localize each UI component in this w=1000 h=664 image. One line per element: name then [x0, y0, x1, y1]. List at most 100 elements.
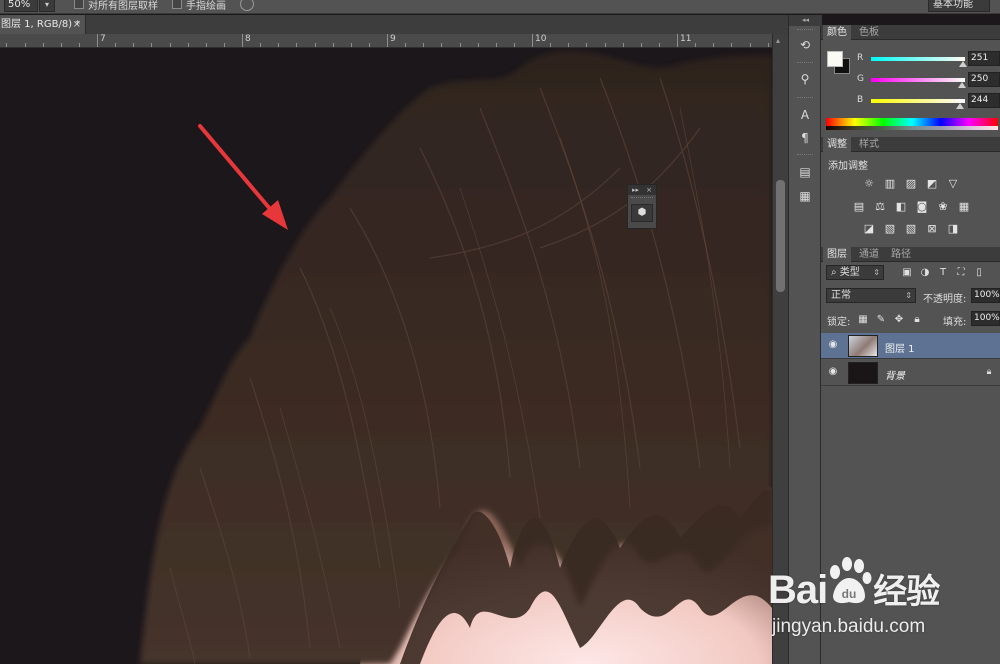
green-slider[interactable]: [871, 78, 965, 82]
lock-transparent-pixels-icon[interactable]: ▦: [857, 314, 869, 326]
fill-field[interactable]: 100%: [971, 311, 1000, 326]
close-panel-icon[interactable]: ×: [646, 185, 652, 195]
ruler-minor-tick: [151, 43, 152, 47]
character-icon[interactable]: A: [793, 105, 817, 125]
blend-mode-value: 正常: [831, 290, 851, 301]
vibrance-icon[interactable]: ▽: [945, 177, 961, 191]
ruler-minor-tick: [61, 43, 62, 47]
blue-value-field[interactable]: 244: [968, 93, 1000, 108]
hue-saturation-icon[interactable]: ▤: [851, 200, 867, 214]
finger-paint-checkbox[interactable]: [172, 0, 182, 9]
dropdown-arrow-icon: ⇕: [873, 268, 880, 277]
ruler-label: 10: [535, 34, 547, 44]
brightness-contrast-icon[interactable]: ☼: [861, 177, 877, 191]
scrollbar-thumb[interactable]: [776, 180, 785, 292]
pressure-icon[interactable]: [240, 0, 254, 11]
fill-label: 填充:: [943, 317, 967, 328]
paragraph-icon[interactable]: ¶: [793, 128, 817, 148]
scroll-up-icon[interactable]: ▴: [776, 36, 780, 45]
history-icon[interactable]: ⟲: [793, 35, 817, 55]
invert-icon[interactable]: ◪: [861, 222, 877, 236]
ruler-minor-tick: [6, 43, 7, 47]
gradient-map-icon[interactable]: ◨: [945, 222, 961, 236]
properties-icon[interactable]: ▤: [793, 162, 817, 182]
photo-filter-icon[interactable]: ◙: [914, 200, 930, 214]
smart-object-filter-icon[interactable]: ▯: [973, 267, 985, 279]
ruler-minor-tick: [496, 43, 497, 47]
threshold-icon[interactable]: ▧: [903, 222, 919, 236]
lock-image-pixels-icon[interactable]: ✎: [875, 314, 887, 326]
red-value-field[interactable]: 251: [968, 51, 1000, 66]
exposure-icon[interactable]: ◩: [924, 177, 940, 191]
canvas-image: [140, 51, 772, 664]
ruler-minor-tick: [460, 43, 461, 47]
tab-layers[interactable]: 图层: [823, 247, 851, 262]
visibility-eye-icon[interactable]: ◉: [827, 339, 839, 351]
green-channel-label: G: [857, 74, 864, 84]
document-canvas[interactable]: [0, 48, 772, 664]
color-spectrum-ramp[interactable]: [826, 118, 998, 130]
tab-paths[interactable]: 路径: [887, 247, 915, 262]
layer-thumbnail: [848, 335, 878, 357]
pixel-layer-filter-icon[interactable]: ▣: [901, 267, 913, 279]
blue-slider[interactable]: [871, 99, 965, 103]
tab-styles[interactable]: 样式: [855, 137, 883, 152]
cube-3d-icon[interactable]: ⬢: [631, 204, 653, 222]
levels-icon[interactable]: ▥: [882, 177, 898, 191]
ruler-minor-tick: [695, 43, 696, 47]
ruler-minor-tick: [568, 43, 569, 47]
blue-slider-handle[interactable]: [956, 103, 964, 109]
lock-position-icon[interactable]: ✥: [893, 314, 905, 326]
ruler-minor-tick: [188, 43, 189, 47]
dropdown-arrow-icon: ⇕: [905, 291, 912, 300]
curves-icon[interactable]: ▨: [903, 177, 919, 191]
layer-row-background[interactable]: ◉ 背景 🔒︎: [821, 360, 1000, 386]
tab-swatches[interactable]: 色板: [855, 25, 883, 40]
panel-grip[interactable]: [631, 197, 653, 200]
ruler-label: 9: [390, 34, 396, 44]
color-lookup-icon[interactable]: ▦: [956, 200, 972, 214]
tab-color[interactable]: 颜色: [823, 25, 851, 40]
shape-layer-filter-icon[interactable]: ⛶: [955, 267, 967, 279]
blend-mode-dropdown[interactable]: 正常 ⇕: [826, 288, 916, 303]
color-panel-tabs: 颜色 色板: [821, 25, 1000, 40]
green-slider-handle[interactable]: [958, 82, 966, 88]
opacity-field[interactable]: 100%: [971, 288, 1000, 303]
selective-color-icon[interactable]: ⊠: [924, 222, 940, 236]
layer-row-1[interactable]: ◉ 图层 1: [821, 333, 1000, 359]
black-white-icon[interactable]: ◧: [893, 200, 909, 214]
green-value-field[interactable]: 250: [968, 72, 1000, 87]
layer-filter-kind-dropdown[interactable]: ⌕ 类型 ⇕: [826, 265, 884, 280]
color-balance-icon[interactable]: ⚖: [872, 200, 888, 214]
type-layer-filter-icon[interactable]: T: [937, 267, 949, 279]
channel-mixer-icon[interactable]: ❀: [935, 200, 951, 214]
brush-presets-icon[interactable]: ⚲: [793, 69, 817, 89]
opacity-label: 不透明度:: [923, 294, 967, 305]
sample-all-layers-checkbox[interactable]: [74, 0, 84, 9]
horizontal-ruler[interactable]: 7 8 9 10 11: [0, 34, 772, 48]
close-tab-icon[interactable]: ×: [73, 15, 81, 34]
ruler-label: 7: [100, 34, 106, 44]
red-slider-handle[interactable]: [959, 61, 967, 67]
red-slider[interactable]: [871, 57, 965, 61]
blue-slider-row: B 244: [821, 93, 1000, 109]
expand-panel-icon[interactable]: ▸▸: [632, 186, 639, 194]
workspace-switcher[interactable]: 基本功能: [928, 0, 990, 12]
foreground-color-swatch[interactable]: [827, 51, 843, 67]
document-tab[interactable]: 图层 1, RGB/8) * ×: [0, 15, 86, 34]
adjustment-layer-filter-icon[interactable]: ◑: [919, 267, 931, 279]
green-slider-row: G 250: [821, 72, 1000, 88]
notes-icon[interactable]: ▦: [793, 186, 817, 206]
ruler-minor-tick: [423, 43, 424, 47]
ruler-minor-tick: [133, 43, 134, 47]
lock-all-icon[interactable]: 🔒︎: [911, 314, 923, 326]
floating-panel-header[interactable]: ▸▸ ×: [628, 185, 656, 195]
zoom-dropdown-button[interactable]: ▾: [39, 0, 55, 12]
zoom-input[interactable]: 50%: [4, 0, 38, 12]
posterize-icon[interactable]: ▧: [882, 222, 898, 236]
visibility-eye-icon[interactable]: ◉: [827, 366, 839, 378]
tab-adjustments[interactable]: 调整: [823, 137, 851, 152]
ruler-label: 11: [680, 34, 692, 44]
collapse-dock-icon[interactable]: ◂◂: [789, 15, 822, 26]
tab-channels[interactable]: 通道: [855, 247, 883, 262]
